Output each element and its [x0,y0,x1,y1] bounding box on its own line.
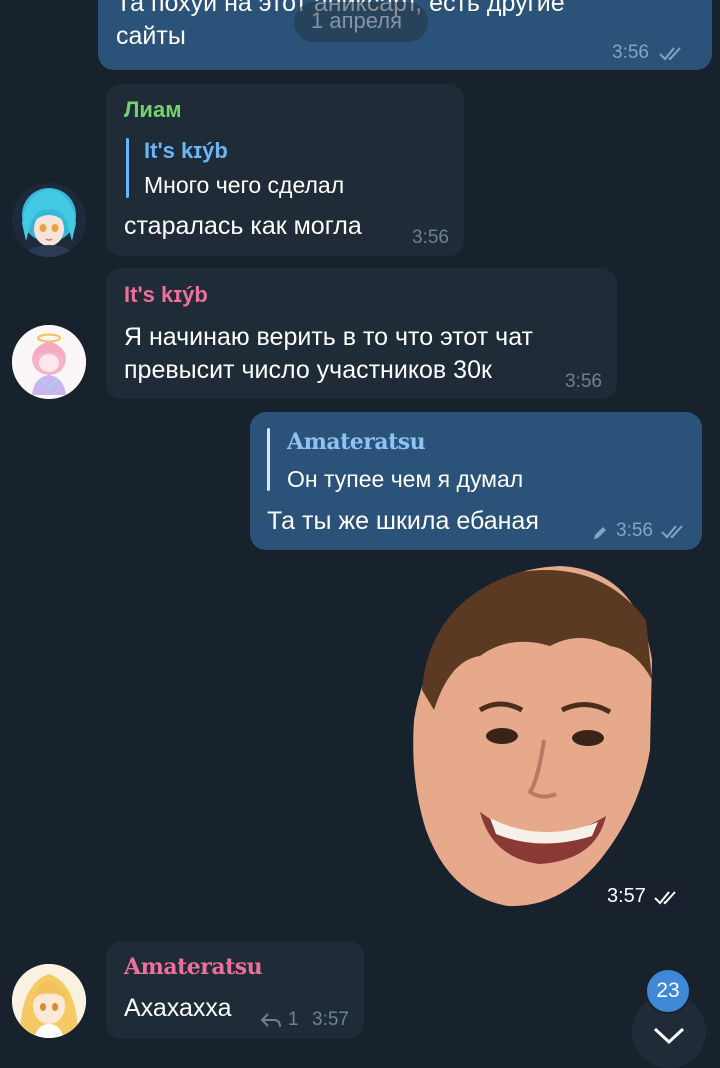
reply-count: 1 [288,1009,299,1030]
reply-sender-name[interactable]: Amateratsu [287,429,426,455]
reply-bar [126,138,129,198]
message-time: 3:56 [612,42,649,63]
message-text: старалась как могла [124,212,362,240]
sticker-time-badge: 3:57 [597,880,689,914]
message-bubble-incoming[interactable]: Amateratsu Ахахахха 1 3:57 [106,941,364,1039]
date-badge-label: 1 апреля [311,8,402,33]
double-check-icon [659,47,681,61]
reply-sender-name[interactable]: It's kɪýb [144,138,228,164]
message-bubble-incoming[interactable]: Лиам It's kɪýb Много чего сделал старала… [106,84,464,256]
double-check-icon [654,891,676,905]
unread-count: 23 [656,979,680,1002]
reply-quote-text[interactable]: Много чего сделал [144,172,344,199]
double-check-icon [661,525,683,539]
message-time: 3:57 [312,1009,349,1030]
sender-name[interactable]: Amateratsu [124,954,263,980]
chevron-down-icon [653,1027,685,1045]
avatar[interactable] [12,183,86,257]
avatar[interactable] [12,325,86,399]
unread-badge[interactable]: 23 [645,968,691,1014]
message-time: 3:57 [607,885,646,907]
message-bubble-outgoing[interactable]: Amateratsu Он тупее чем я думал Та ты же… [250,412,702,550]
message-text: Ахахахха [124,994,232,1022]
message-text-line: сайты [116,22,186,50]
sender-name[interactable]: It's kɪýb [124,282,208,308]
sender-name[interactable]: Лиам [124,97,181,123]
pencil-icon [594,527,606,539]
message-text-line: превысит число участников 30к [124,356,492,384]
message-time: 3:56 [616,520,653,541]
message-time: 3:56 [565,371,602,392]
message-text: Та ты же шкила ебаная [267,507,539,535]
sticker[interactable] [400,560,660,910]
reply-bar [267,428,270,491]
avatar[interactable] [12,964,86,1038]
message-bubble-incoming[interactable]: It's kɪýb Я начинаю верить в то что этот… [106,268,617,399]
message-text-line: Я начинаю верить в то что этот чат [124,323,533,351]
reply-icon[interactable] [260,1011,282,1029]
reply-quote-text[interactable]: Он тупее чем я думал [287,466,523,493]
message-time: 3:56 [412,227,449,248]
